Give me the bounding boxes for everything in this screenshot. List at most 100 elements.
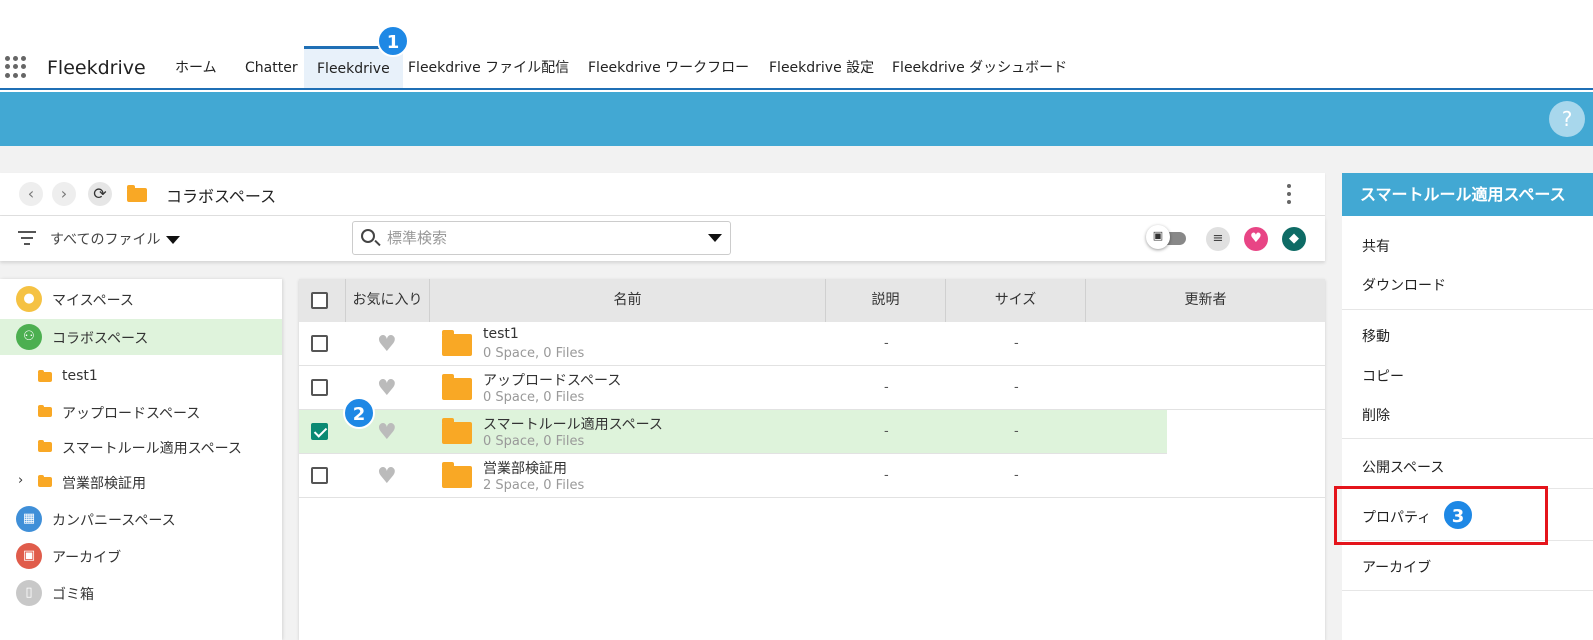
forward-icon[interactable]: › bbox=[52, 182, 76, 206]
row-checkbox[interactable] bbox=[311, 379, 328, 396]
chevron-right-icon[interactable]: › bbox=[18, 473, 23, 488]
sidebar-item-label: test1 bbox=[62, 368, 98, 384]
table-row[interactable]: ♥ アップロードスペース 0 Space, 0 Files - - bbox=[299, 366, 1325, 410]
row-checkbox[interactable] bbox=[311, 467, 328, 484]
thumbnail-toggle[interactable]: ▣ bbox=[1146, 225, 1188, 249]
sidebar-item-label: ゴミ箱 bbox=[52, 587, 94, 603]
highlight-box bbox=[1334, 486, 1548, 545]
file-filter-label: すべてのファイル bbox=[50, 232, 161, 248]
back-icon[interactable]: ‹ bbox=[19, 182, 43, 206]
action-panel: スマートルール適用スペース 共有 ダウンロード 移動 コピー 削除 公開スペース… bbox=[1342, 173, 1593, 640]
divider bbox=[1342, 590, 1593, 591]
tab-fleekdrive-workflow[interactable]: Fleekdrive ワークフロー bbox=[575, 46, 762, 88]
step-badge-3: 3 bbox=[1442, 499, 1474, 531]
sidebar-item-upload-space[interactable]: アップロードスペース bbox=[0, 394, 282, 430]
row-checkbox[interactable] bbox=[311, 423, 328, 440]
app-launcher-icon[interactable] bbox=[5, 56, 27, 78]
person-icon: ● bbox=[16, 286, 42, 312]
search-options-dropdown[interactable] bbox=[708, 234, 722, 242]
step-badge-1: 1 bbox=[377, 25, 409, 57]
file-name[interactable]: スマートルール適用スペース bbox=[483, 414, 663, 434]
tab-fleekdrive-delivery[interactable]: Fleekdrive ファイル配信 bbox=[395, 46, 582, 88]
sidebar-item-archive[interactable]: ▣ アーカイブ bbox=[0, 538, 282, 574]
file-size: - bbox=[1014, 380, 1019, 395]
tab-fleekdrive-dashboard[interactable]: Fleekdrive ダッシュボード bbox=[879, 46, 1080, 88]
file-description: - bbox=[884, 424, 889, 439]
file-meta: 2 Space, 0 Files bbox=[483, 478, 585, 493]
folder-icon bbox=[38, 370, 52, 382]
chevron-down-icon bbox=[166, 236, 181, 244]
sidebar-item-label: コラボスペース bbox=[52, 331, 149, 347]
tab-fleekdrive-settings[interactable]: Fleekdrive 設定 bbox=[756, 46, 887, 88]
header-updater[interactable]: 更新者 bbox=[1086, 279, 1325, 322]
header-favorite[interactable]: お気に入り bbox=[346, 279, 430, 322]
search-input[interactable] bbox=[387, 227, 687, 249]
search-box bbox=[352, 221, 731, 255]
heart-icon[interactable]: ♥ bbox=[377, 466, 397, 488]
file-filter-dropdown[interactable]: すべてのファイル bbox=[50, 229, 181, 249]
action-move[interactable]: 移動 bbox=[1362, 326, 1390, 346]
sidebar-item-label: アップロードスペース bbox=[62, 406, 201, 422]
heart-icon[interactable]: ♥ bbox=[377, 422, 397, 444]
file-description: - bbox=[884, 468, 889, 483]
sidebar-item-collabspace[interactable]: ⚇ コラボスペース bbox=[0, 319, 282, 355]
action-panel-title: スマートルール適用スペース bbox=[1342, 173, 1593, 216]
table-row[interactable]: ♥ 営業部検証用 2 Space, 0 Files - - bbox=[299, 454, 1325, 498]
sidebar-item-sales-test[interactable]: › 営業部検証用 bbox=[0, 464, 282, 500]
group-icon: ⚇ bbox=[16, 324, 42, 350]
file-meta: 0 Space, 0 Files bbox=[483, 390, 585, 405]
folder-icon bbox=[442, 418, 472, 444]
folder-icon bbox=[127, 185, 147, 202]
more-options-icon[interactable] bbox=[1284, 182, 1294, 206]
sidebar-item-smartrule-space[interactable]: スマートルール適用スペース bbox=[0, 429, 282, 465]
sidebar-item-trash[interactable]: ▯ ゴミ箱 bbox=[0, 575, 282, 611]
sidebar: ● マイスペース ⚇ コラボスペース test1 アップロードスペース スマート… bbox=[0, 279, 282, 640]
heart-icon[interactable]: ♥ bbox=[377, 334, 397, 356]
step-badge-2: 2 bbox=[343, 397, 375, 429]
heart-icon[interactable]: ♥ bbox=[377, 378, 397, 400]
sidebar-item-myspace[interactable]: ● マイスペース bbox=[0, 281, 282, 317]
sidebar-item-test1[interactable]: test1 bbox=[0, 359, 282, 395]
favorite-filter-icon[interactable]: ♥ bbox=[1244, 227, 1268, 251]
folder-icon bbox=[442, 330, 472, 356]
tag-icon[interactable]: ◆ bbox=[1282, 227, 1306, 251]
action-public-space[interactable]: 公開スペース bbox=[1362, 457, 1444, 477]
action-delete[interactable]: 削除 bbox=[1362, 405, 1390, 425]
tab-chatter[interactable]: Chatter bbox=[232, 46, 311, 88]
file-size: - bbox=[1014, 424, 1019, 439]
folder-icon bbox=[442, 374, 472, 400]
file-table: お気に入り 名前 説明 サイズ 更新者 ♥ test1 0 Space, 0 F… bbox=[299, 279, 1325, 640]
folder-icon bbox=[38, 440, 52, 452]
tab-home[interactable]: ホーム bbox=[162, 46, 230, 88]
file-name[interactable]: test1 bbox=[483, 326, 519, 342]
table-row[interactable]: ♥ test1 0 Space, 0 Files - - bbox=[299, 322, 1325, 366]
header-description[interactable]: 説明 bbox=[826, 279, 946, 322]
header-size[interactable]: サイズ bbox=[946, 279, 1086, 322]
file-meta: 0 Space, 0 Files bbox=[483, 434, 585, 449]
refresh-icon[interactable]: ⟳ bbox=[88, 182, 112, 206]
breadcrumb[interactable]: コラボスペース bbox=[166, 183, 276, 207]
action-download[interactable]: ダウンロード bbox=[1362, 275, 1446, 295]
file-name[interactable]: アップロードスペース bbox=[483, 370, 621, 390]
folder-icon bbox=[442, 462, 472, 488]
help-icon[interactable]: ? bbox=[1549, 101, 1585, 137]
header-name[interactable]: 名前 bbox=[430, 279, 826, 322]
sidebar-item-label: 営業部検証用 bbox=[62, 476, 146, 492]
action-share[interactable]: 共有 bbox=[1362, 236, 1390, 256]
app-name: Fleekdrive bbox=[47, 57, 146, 79]
image-icon: ▣ bbox=[1146, 225, 1170, 249]
divider bbox=[1342, 309, 1593, 310]
filter-icon[interactable] bbox=[18, 231, 36, 245]
select-all-checkbox[interactable] bbox=[311, 292, 328, 309]
row-checkbox[interactable] bbox=[311, 335, 328, 352]
action-archive[interactable]: アーカイブ bbox=[1362, 557, 1431, 577]
header-band bbox=[0, 92, 1593, 146]
table-row-selected[interactable]: ♥ スマートルール適用スペース 0 Space, 0 Files - - bbox=[299, 410, 1167, 454]
table-header: お気に入り 名前 説明 サイズ 更新者 bbox=[299, 279, 1325, 322]
search-icon bbox=[361, 229, 375, 243]
file-name[interactable]: 営業部検証用 bbox=[483, 458, 567, 478]
list-view-icon[interactable]: ≡ bbox=[1206, 227, 1230, 251]
sidebar-item-company-space[interactable]: ▦ カンパニースペース bbox=[0, 501, 282, 537]
divider bbox=[1342, 438, 1593, 439]
action-copy[interactable]: コピー bbox=[1362, 366, 1404, 386]
